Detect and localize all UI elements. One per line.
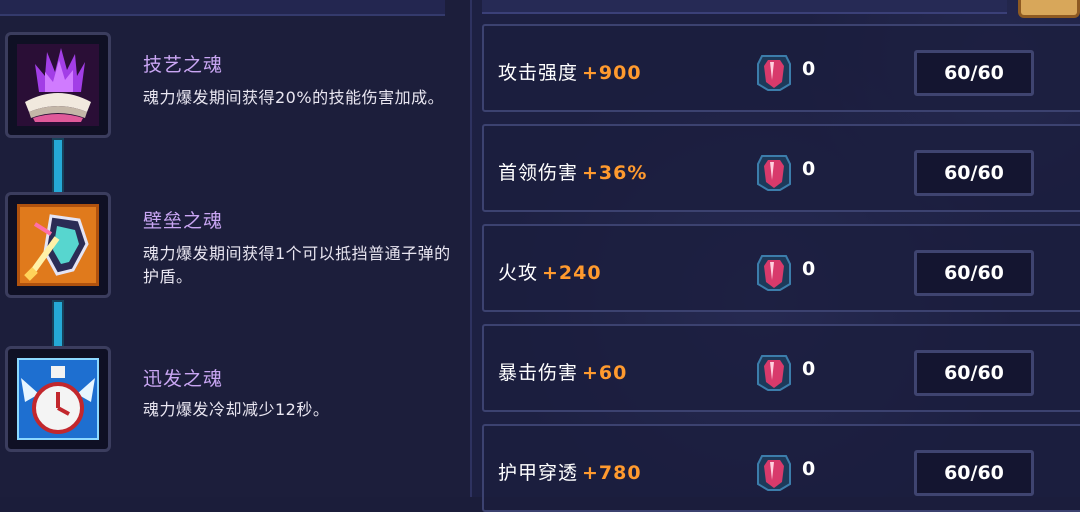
panel-top-edge xyxy=(0,0,445,16)
skill-connector xyxy=(54,140,62,192)
stat-cap-box[interactable]: 60/60 xyxy=(914,350,1034,396)
skill-slot-2[interactable] xyxy=(5,192,111,298)
stat-name: 护甲穿透 xyxy=(498,462,579,484)
stat-row: 暴击伤害 +60 0 60/60 xyxy=(482,324,1080,412)
stat-cap-box[interactable]: 60/60 xyxy=(914,450,1034,496)
red-gem-icon xyxy=(757,355,791,391)
purple-flame-book-icon xyxy=(17,44,99,126)
gem-count: 0 xyxy=(802,358,816,380)
shield-sword-icon xyxy=(17,204,99,286)
skill-name: 技艺之魂 xyxy=(143,54,224,76)
skill-connector xyxy=(54,302,62,346)
stat-bonus: +60 xyxy=(582,362,628,384)
stat-row: 首领伤害 +36% 0 60/60 xyxy=(482,124,1080,212)
winged-clock-icon xyxy=(17,358,99,440)
stat-bonus: +36% xyxy=(582,162,648,184)
stat-name: 暴击伤害 xyxy=(498,362,579,384)
stat-cap-box[interactable]: 60/60 xyxy=(914,150,1034,196)
gem-count: 0 xyxy=(802,258,816,280)
skill-slot-3[interactable] xyxy=(5,346,111,452)
stat-bonus: +240 xyxy=(542,262,602,284)
stat-bonus: +900 xyxy=(582,62,642,84)
stat-bonus: +780 xyxy=(582,462,642,484)
stat-cap-box[interactable]: 60/60 xyxy=(914,250,1034,296)
skill-description: 魂力爆发冷却减少12秒。 xyxy=(143,400,330,419)
skill-name: 迅发之魂 xyxy=(143,368,224,390)
skill-description: 魂力爆发期间获得20%的技能伤害加成。 xyxy=(143,88,445,107)
skill-description: 魂力爆发期间获得1个可以抵挡普通子弹的护盾。 xyxy=(143,244,451,286)
top-right-button[interactable] xyxy=(1018,0,1080,18)
red-gem-icon xyxy=(757,255,791,291)
stat-row: 攻击强度 +900 0 60/60 xyxy=(482,24,1080,112)
skill-name: 壁垒之魂 xyxy=(143,210,224,232)
red-gem-icon xyxy=(757,155,791,191)
stat-name: 首领伤害 xyxy=(498,162,579,184)
stat-row: 护甲穿透 +780 0 60/60 xyxy=(482,424,1080,512)
stat-name: 火攻 xyxy=(498,262,539,284)
red-gem-icon xyxy=(757,55,791,91)
red-gem-icon xyxy=(757,455,791,491)
stat-cap-box[interactable]: 60/60 xyxy=(914,50,1034,96)
stat-name: 攻击强度 xyxy=(498,62,579,84)
skill-slot-1[interactable] xyxy=(5,32,111,138)
stat-row: 火攻 +240 0 60/60 xyxy=(482,224,1080,312)
gem-count: 0 xyxy=(802,458,816,480)
gem-count: 0 xyxy=(802,58,816,80)
gem-count: 0 xyxy=(802,158,816,180)
stats-header-edge xyxy=(482,0,1007,14)
soul-skills-panel: 技艺之魂 魂力爆发期间获得20%的技能伤害加成。 壁垒之魂 魂力爆发期间获得1个… xyxy=(0,0,472,497)
